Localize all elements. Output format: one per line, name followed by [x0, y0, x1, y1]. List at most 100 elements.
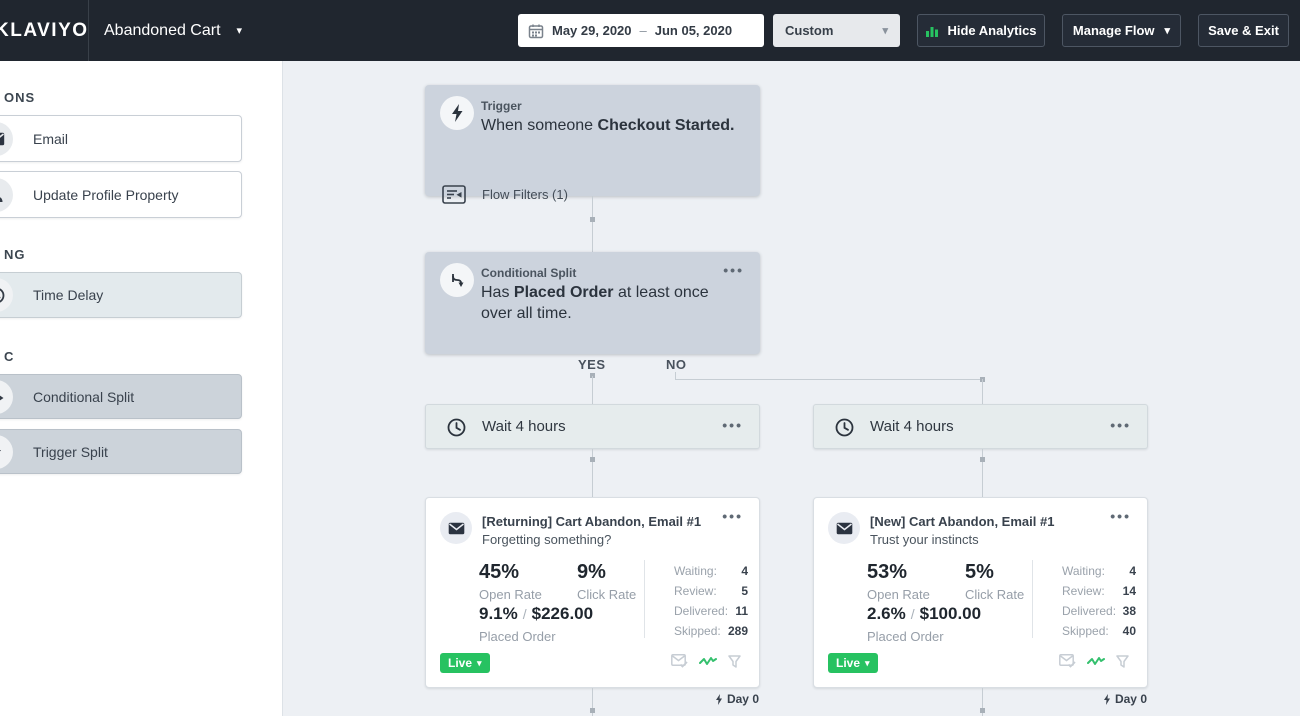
filter-funnel-icon[interactable] — [1116, 655, 1129, 668]
klaviyo-logo: KLAVIYO — [0, 20, 89, 42]
flow-name-label: Abandoned Cart — [104, 22, 221, 40]
node-menu-button[interactable]: ••• — [1110, 508, 1131, 524]
connector-dot — [980, 708, 985, 713]
date-end: Jun 05, 2020 — [655, 23, 732, 38]
analytics-bars-icon — [925, 24, 939, 38]
lightning-icon — [1103, 694, 1111, 705]
open-rate-value: 45% — [479, 561, 519, 584]
save-exit-label: Save & Exit — [1208, 23, 1279, 38]
analytics-wave-icon[interactable] — [1087, 655, 1105, 667]
click-rate-value: 9% — [577, 561, 606, 584]
connector-dot — [590, 457, 595, 462]
calendar-icon — [528, 23, 544, 39]
placed-order-label: Placed Order — [479, 629, 556, 644]
lightning-split-icon — [0, 435, 13, 469]
email-icon — [440, 512, 472, 544]
flow-name-dropdown[interactable]: Abandoned Cart ▾ — [104, 0, 242, 61]
analytics-wave-icon[interactable] — [699, 655, 717, 667]
chevron-down-icon: ▾ — [237, 24, 243, 37]
sidebar-item-email[interactable]: Email — [0, 115, 242, 162]
node-type-label: Trigger — [481, 99, 522, 113]
save-exit-button[interactable]: Save & Exit — [1198, 14, 1289, 47]
filter-list-icon — [442, 185, 466, 204]
email-title: [Returning] Cart Abandon, Email #1 — [482, 514, 701, 529]
email-subject: Trust your instincts — [870, 532, 979, 547]
connector-line — [592, 376, 593, 404]
date-preset-value: Custom — [785, 23, 833, 38]
flow-filters-button[interactable]: Flow Filters (1) — [442, 185, 568, 204]
branch-label-yes: YES — [578, 357, 606, 372]
connector-line — [675, 372, 676, 379]
connector-dot — [590, 217, 595, 222]
node-menu-button[interactable]: ••• — [1110, 417, 1131, 433]
flow-filters-label: Flow Filters (1) — [482, 187, 568, 202]
queue-value: 5 — [674, 584, 748, 598]
node-menu-button[interactable]: ••• — [722, 508, 743, 524]
placed-order-stat: 2.6%/$100.00 — [867, 604, 981, 624]
connector-line — [675, 379, 982, 380]
day-marker: Day 0 — [1087, 692, 1147, 706]
date-separator: – — [640, 23, 647, 38]
sidebar-item-update-profile-property[interactable]: Update Profile Property — [0, 171, 242, 218]
branch-split-icon — [440, 263, 474, 297]
trigger-text: When someone Checkout Started. — [481, 115, 741, 136]
conditional-text: Has Placed Order at least once over all … — [481, 282, 741, 324]
stats-divider — [644, 560, 645, 638]
hide-analytics-button[interactable]: Hide Analytics — [917, 14, 1045, 47]
sidebar-item-label: Trigger Split — [33, 444, 108, 460]
node-type-label: Conditional Split — [481, 266, 576, 280]
connector-dot — [980, 457, 985, 462]
email-check-icon[interactable] — [671, 654, 688, 668]
email-node-returning[interactable]: [Returning] Cart Abandon, Email #1 Forge… — [425, 497, 760, 688]
hide-analytics-label: Hide Analytics — [947, 23, 1036, 38]
click-rate-label: Click Rate — [965, 587, 1024, 602]
node-menu-button[interactable]: ••• — [723, 262, 744, 278]
node-menu-button[interactable]: ••• — [722, 417, 743, 433]
queue-value: 4 — [1062, 564, 1136, 578]
clock-icon — [447, 418, 466, 437]
lightning-icon — [440, 96, 474, 130]
placed-order-label: Placed Order — [867, 629, 944, 644]
chevron-down-icon: ▾ — [865, 658, 870, 669]
filter-funnel-icon[interactable] — [728, 655, 741, 668]
top-bar: KLAVIYO Abandoned Cart ▾ May 29, 2020 – … — [0, 0, 1300, 61]
queue-value: 11 — [674, 604, 748, 618]
status-badge[interactable]: Live▾ — [828, 653, 878, 673]
actions-sidebar: ONS Email Update Profile Property NG Tim… — [0, 61, 283, 716]
date-range-picker[interactable]: May 29, 2020 – Jun 05, 2020 — [518, 14, 764, 47]
connector-line — [592, 196, 593, 252]
chevron-down-icon: ▾ — [1165, 24, 1171, 37]
sidebar-item-trigger-split[interactable]: Trigger Split — [0, 429, 242, 474]
branch-label-no: NO — [666, 357, 687, 372]
status-badge[interactable]: Live▾ — [440, 653, 490, 673]
date-preset-select[interactable]: Custom ▾ — [773, 14, 900, 47]
email-check-icon[interactable] — [1059, 654, 1076, 668]
open-rate-label: Open Rate — [479, 587, 542, 602]
conditional-split-node[interactable]: Conditional Split ••• Has Placed Order a… — [425, 252, 760, 354]
connector-line — [982, 379, 983, 404]
sidebar-item-label: Update Profile Property — [33, 187, 179, 203]
click-rate-label: Click Rate — [577, 587, 636, 602]
chevron-down-icon: ▾ — [477, 658, 482, 669]
queue-value: 38 — [1062, 604, 1136, 618]
person-icon — [0, 178, 13, 212]
queue-value: 289 — [674, 624, 748, 638]
chevron-down-icon: ▾ — [882, 24, 888, 37]
flow-canvas[interactable]: Trigger When someone Checkout Started. F… — [284, 61, 1300, 716]
wait-node-yes[interactable]: Wait 4 hours ••• — [425, 404, 760, 449]
wait-label: Wait 4 hours — [870, 418, 954, 435]
sidebar-section-timing: NG — [4, 247, 26, 262]
queue-value: 40 — [1062, 624, 1136, 638]
trigger-node[interactable]: Trigger When someone Checkout Started. F… — [425, 85, 760, 196]
sidebar-item-time-delay[interactable]: Time Delay — [0, 272, 242, 318]
email-subject: Forgetting something? — [482, 532, 611, 547]
email-node-new[interactable]: [New] Cart Abandon, Email #1 Trust your … — [813, 497, 1148, 688]
queue-value: 14 — [1062, 584, 1136, 598]
manage-flow-button[interactable]: Manage Flow ▾ — [1062, 14, 1181, 47]
branch-split-icon — [0, 380, 13, 414]
email-icon — [0, 122, 13, 156]
date-start: May 29, 2020 — [552, 23, 632, 38]
lightning-icon — [715, 694, 723, 705]
wait-node-no[interactable]: Wait 4 hours ••• — [813, 404, 1148, 449]
sidebar-item-conditional-split[interactable]: Conditional Split — [0, 374, 242, 419]
